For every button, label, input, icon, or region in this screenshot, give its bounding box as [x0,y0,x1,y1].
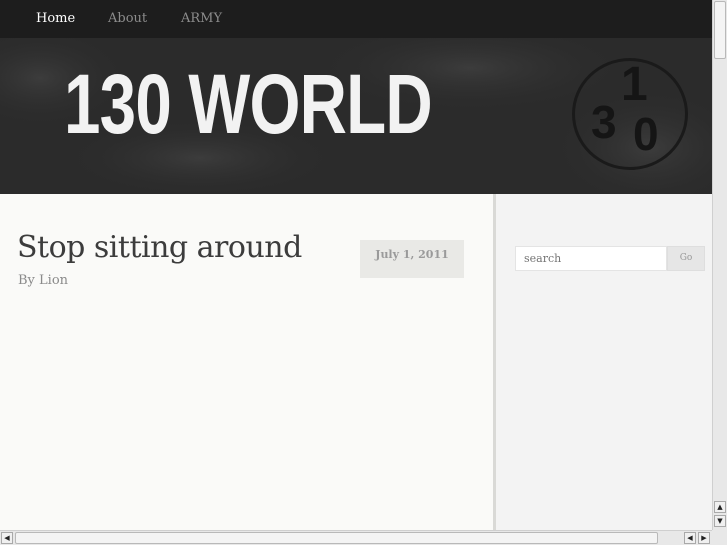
badge-digit-1: 1 [621,58,648,111]
nav-item-home[interactable]: Home [36,11,75,26]
main-content: Stop sitting around By Lion July 1, 2011 [0,194,493,530]
site-badge-logo: 1 3 0 [572,58,688,170]
scroll-left-icon[interactable]: ◀ [1,532,13,544]
scroll-left-icon-secondary[interactable]: ◀ [684,532,696,544]
nav-item-about[interactable]: About [108,11,147,26]
horizontal-scroll-thumb[interactable] [15,532,658,544]
horizontal-scrollbar[interactable]: ◀ ◀ ▶ [0,530,712,545]
search-go-button[interactable]: Go [667,246,705,271]
site-header: 130 WORLD 1 3 0 [0,38,712,194]
vertical-scroll-thumb[interactable] [714,1,726,59]
post-date: July 1, 2011 [375,248,449,261]
top-navigation: Home About ARMY [0,0,712,38]
site-logo-text[interactable]: 130 WORLD [64,54,433,154]
search-input[interactable] [515,246,667,271]
scroll-down-icon[interactable]: ▼ [714,515,726,527]
badge-digit-3: 3 [591,96,617,148]
scroll-right-icon[interactable]: ▶ [698,532,710,544]
scroll-up-icon[interactable]: ▲ [714,501,726,513]
scrollbar-corner [712,530,727,545]
vertical-scrollbar[interactable]: ▲ ▼ [712,0,727,530]
nav-item-army[interactable]: ARMY [181,11,222,26]
post-title[interactable]: Stop sitting around [17,230,302,265]
sidebar: Go [496,194,712,530]
badge-digit-0: 0 [633,108,659,160]
post-date-badge: July 1, 2011 [360,240,464,278]
post-author: By Lion [18,273,69,288]
